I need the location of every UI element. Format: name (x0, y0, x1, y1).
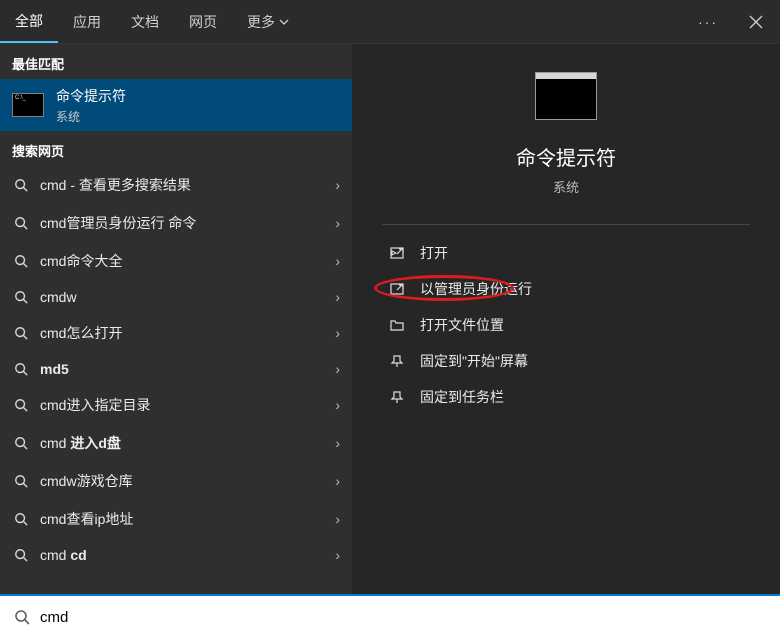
left-results-panel: 最佳匹配 命令提示符 系统 搜索网页 cmd - 查看更多搜索结果›cmd管理员… (0, 44, 352, 594)
top-tabs: 全部 应用 文档 网页 更多 ··· (0, 0, 780, 44)
admin-shield-icon (386, 282, 408, 296)
search-suggestion-label: cmd - 查看更多搜索结果 (40, 175, 335, 195)
chevron-right-icon: › (335, 397, 340, 413)
right-details-panel: 命令提示符 系统 打开 以管理员身份运行 (352, 44, 780, 594)
action-pin-to-taskbar-label: 固定到任务栏 (420, 387, 504, 407)
search-suggestion-label: cmd查看ip地址 (40, 509, 335, 529)
search-suggestion-label: cmd管理员身份运行 命令 (40, 213, 335, 233)
cmd-prompt-icon (12, 93, 44, 117)
tab-apps[interactable]: 应用 (58, 0, 116, 43)
chevron-right-icon: › (335, 547, 340, 563)
folder-icon (386, 318, 408, 332)
overflow-menu-button[interactable]: ··· (684, 14, 732, 30)
chevron-right-icon: › (335, 361, 340, 377)
best-match-subtitle: 系统 (56, 108, 126, 125)
action-pin-to-start[interactable]: 固定到"开始"屏幕 (382, 343, 750, 379)
close-button[interactable] (732, 0, 780, 43)
action-open-file-location-label: 打开文件位置 (420, 315, 504, 335)
chevron-right-icon: › (335, 215, 340, 231)
search-icon (12, 474, 30, 488)
search-suggestion-item[interactable]: cmdw游戏仓库› (0, 462, 352, 500)
search-icon (12, 436, 30, 450)
search-suggestion-item[interactable]: md5› (0, 352, 352, 386)
search-suggestion-label: cmdw游戏仓库 (40, 471, 335, 491)
action-pin-to-taskbar[interactable]: 固定到任务栏 (382, 379, 750, 415)
search-suggestion-item[interactable]: cmd怎么打开› (0, 314, 352, 352)
search-suggestion-label: cmd cd (40, 547, 335, 563)
search-suggestion-label: cmd命令大全 (40, 251, 335, 271)
best-match-item[interactable]: 命令提示符 系统 (0, 79, 352, 131)
hero-title: 命令提示符 (516, 142, 616, 171)
chevron-right-icon: › (335, 289, 340, 305)
search-icon (12, 216, 30, 230)
divider (382, 224, 750, 225)
search-suggestion-label: md5 (40, 361, 335, 377)
tab-more[interactable]: 更多 (232, 0, 304, 43)
search-suggestion-item[interactable]: cmd查看ip地址› (0, 500, 352, 538)
search-icon (12, 548, 30, 562)
hero-subtitle: 系统 (553, 177, 579, 196)
search-icon (12, 362, 30, 376)
action-run-as-admin-label: 以管理员身份运行 (420, 279, 532, 299)
search-suggestion-item[interactable]: cmdw› (0, 280, 352, 314)
section-best-match-header: 最佳匹配 (0, 44, 352, 79)
search-suggestion-label: cmd 进入d盘 (40, 433, 335, 453)
close-icon (749, 15, 763, 29)
chevron-right-icon: › (335, 511, 340, 527)
chevron-right-icon: › (335, 435, 340, 451)
search-icon (12, 178, 30, 192)
search-icon (12, 398, 30, 412)
pin-icon (386, 354, 408, 368)
pin-icon (386, 390, 408, 404)
search-suggestion-item[interactable]: cmd命令大全› (0, 242, 352, 280)
open-icon (386, 246, 408, 260)
app-hero: 命令提示符 系统 (382, 72, 750, 196)
action-open-file-location[interactable]: 打开文件位置 (382, 307, 750, 343)
search-suggestion-item[interactable]: cmd管理员身份运行 命令› (0, 204, 352, 242)
action-open-label: 打开 (420, 243, 448, 263)
search-icon (14, 609, 30, 625)
search-input[interactable] (40, 609, 766, 626)
search-suggestion-item[interactable]: cmd 进入d盘› (0, 424, 352, 462)
search-suggestion-label: cmdw (40, 289, 335, 305)
cmd-prompt-large-icon (535, 72, 597, 120)
chevron-right-icon: › (335, 177, 340, 193)
search-suggestion-item[interactable]: cmd进入指定目录› (0, 386, 352, 424)
search-suggestion-label: cmd怎么打开 (40, 323, 335, 343)
action-run-as-admin[interactable]: 以管理员身份运行 (382, 271, 750, 307)
search-suggestions-list: cmd - 查看更多搜索结果›cmd管理员身份运行 命令›cmd命令大全›cmd… (0, 166, 352, 594)
search-suggestion-item[interactable]: cmd cd› (0, 538, 352, 572)
search-icon (12, 512, 30, 526)
tab-all[interactable]: 全部 (0, 0, 58, 43)
tab-docs[interactable]: 文档 (116, 0, 174, 43)
best-match-title: 命令提示符 (56, 86, 126, 106)
actions-list: 打开 以管理员身份运行 打开文件位置 (382, 235, 750, 415)
search-suggestion-item[interactable]: cmd - 查看更多搜索结果› (0, 166, 352, 204)
section-web-search-header: 搜索网页 (0, 131, 352, 166)
tab-more-label: 更多 (247, 12, 275, 32)
action-open[interactable]: 打开 (382, 235, 750, 271)
chevron-right-icon: › (335, 325, 340, 341)
search-bar (0, 594, 780, 638)
search-icon (12, 254, 30, 268)
search-icon (12, 326, 30, 340)
chevron-right-icon: › (335, 253, 340, 269)
search-suggestion-label: cmd进入指定目录 (40, 395, 335, 415)
action-pin-to-start-label: 固定到"开始"屏幕 (420, 351, 528, 371)
chevron-right-icon: › (335, 473, 340, 489)
chevron-down-icon (279, 17, 289, 27)
search-icon (12, 290, 30, 304)
tab-web[interactable]: 网页 (174, 0, 232, 43)
